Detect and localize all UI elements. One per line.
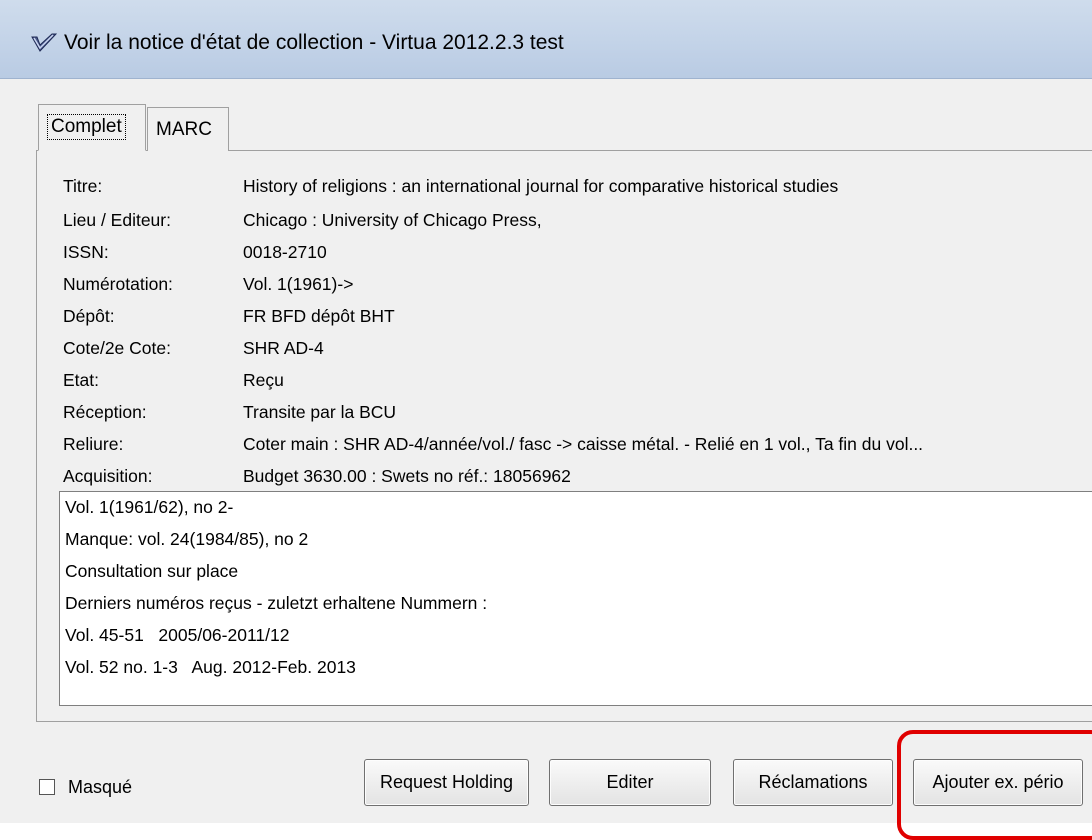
field-label-etat: Etat:: [63, 370, 99, 390]
field-value-issn: 0018-2710: [243, 242, 327, 262]
field-value-numerotation: Vol. 1(1961)->: [243, 274, 354, 294]
note-line: Consultation sur place: [65, 561, 239, 581]
field-label-cote: Cote/2e Cote:: [63, 338, 171, 358]
field-label-numerotation: Numérotation:: [63, 274, 173, 294]
virtua-checkmark-icon: [31, 33, 57, 52]
field-value-depot: FR BFD dépôt BHT: [243, 306, 395, 326]
field-label-reception: Réception:: [63, 402, 147, 422]
editer-button[interactable]: Editer: [549, 759, 711, 806]
note-line: Manque: vol. 24(1984/85), no 2: [65, 529, 309, 549]
title-bar: Voir la notice d'état de collection - Vi…: [0, 0, 1092, 79]
field-value-titre: History of religions : an international …: [243, 176, 839, 196]
note-line: Vol. 52 no. 1-3 Aug. 2012-Feb. 2013: [65, 657, 356, 677]
field-value-acquisition: Budget 3630.00 : Swets no réf.: 18056962: [243, 466, 571, 486]
reclamations-button[interactable]: Réclamations: [733, 759, 893, 806]
field-value-reception: Transite par la BCU: [243, 402, 397, 422]
field-label-reliure: Reliure:: [63, 434, 124, 454]
masque-checkbox[interactable]: [39, 779, 55, 795]
field-value-etat: Reçu: [243, 370, 284, 390]
masque-label[interactable]: Masqué: [68, 777, 132, 798]
field-label-acquisition: Acquisition:: [63, 466, 153, 486]
holdings-window: Voir la notice d'état de collection - Vi…: [0, 0, 1092, 840]
note-line: Derniers numéros reçus - zuletzt erhalte…: [65, 593, 488, 613]
tab-label: MARC: [156, 119, 212, 140]
field-label-issn: ISSN:: [63, 242, 109, 262]
note-line: Vol. 1(1961/62), no 2-: [65, 497, 234, 517]
holdings-notes-textarea[interactable]: Vol. 1(1961/62), no 2- Manque: vol. 24(1…: [59, 491, 1092, 706]
request-holding-button[interactable]: Request Holding: [364, 759, 529, 806]
field-label-depot: Dépôt:: [63, 306, 115, 326]
field-value-reliure: Coter main : SHR AD-4/année/vol./ fasc -…: [243, 434, 924, 454]
field-value-editeur: Chicago : University of Chicago Press,: [243, 210, 542, 230]
window-title: Voir la notice d'état de collection - Vi…: [64, 31, 564, 54]
tab-marc[interactable]: MARC: [147, 107, 229, 151]
tab-label: Complet: [47, 114, 126, 140]
field-value-cote: SHR AD-4: [243, 338, 324, 358]
field-label-titre: Titre:: [63, 176, 103, 196]
ajouter-ex-perio-button[interactable]: Ajouter ex. pério: [913, 759, 1083, 806]
tab-complet[interactable]: Complet: [38, 104, 146, 151]
note-line: Vol. 45-51 2005/06-2011/12: [65, 625, 290, 645]
field-label-editeur: Lieu / Editeur:: [63, 210, 171, 230]
